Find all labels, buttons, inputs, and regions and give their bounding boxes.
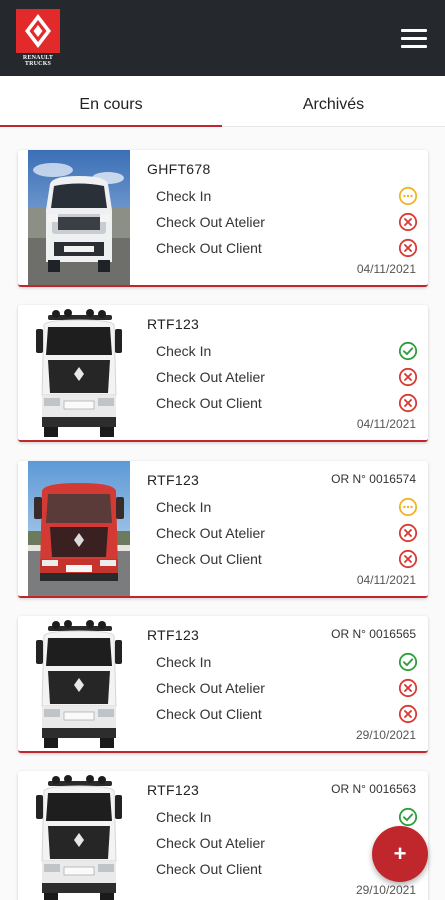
check-row: Check In (156, 186, 418, 208)
app-bar: RENAULT TRUCKS (0, 0, 445, 76)
more-horizontal-circle-icon (398, 497, 418, 517)
check-label: Check In (156, 188, 212, 204)
more-horizontal-circle-icon (398, 186, 418, 206)
check-row: Check In (156, 652, 418, 674)
x-circle-icon (398, 704, 418, 724)
or-number: OR N° 0016574 (331, 472, 416, 486)
vehicle-list[interactable]: GHFT678 Check In Check Out Atelier Check… (0, 128, 445, 900)
check-label: Check Out Atelier (156, 680, 265, 696)
check-label: Check Out Atelier (156, 525, 265, 541)
check-label: Check Out Client (156, 551, 262, 567)
check-label: Check Out Client (156, 240, 262, 256)
vehicle-card[interactable]: GHFT678 Check In Check Out Atelier Check… (18, 150, 428, 287)
card-date: 29/10/2021 (355, 728, 416, 742)
white-truck-cab-photo (28, 616, 130, 751)
check-label: Check In (156, 343, 212, 359)
check-circle-icon (398, 807, 418, 827)
white-truck-cab-photo (28, 771, 130, 900)
red-truck-photo (28, 461, 130, 596)
check-row: Check In (156, 341, 418, 363)
or-number: OR N° 0016563 (331, 782, 416, 796)
check-label: Check In (156, 809, 212, 825)
plate-number: RTF123 (147, 316, 200, 332)
check-label: Check Out Atelier (156, 214, 265, 230)
card-date: 04/11/2021 (356, 573, 416, 587)
white-van-photo (28, 150, 130, 285)
check-circle-icon (398, 341, 418, 361)
check-label: Check Out Client (156, 861, 262, 877)
check-row: Check Out Client (156, 704, 418, 726)
check-row: Check Out Client (156, 549, 418, 571)
card-date: 29/10/2021 (355, 883, 416, 897)
hamburger-menu-icon[interactable] (399, 26, 429, 52)
plate-number: RTF123 (147, 782, 200, 798)
white-truck-cab-photo (28, 305, 130, 440)
check-row: Check In (156, 807, 418, 829)
renault-trucks-logo[interactable]: RENAULT TRUCKS (16, 9, 60, 69)
check-row: Check Out Client (156, 238, 418, 260)
plate-number: RTF123 (147, 472, 200, 488)
check-row: Check Out Client (156, 393, 418, 415)
check-label: Check In (156, 654, 212, 670)
plate-number: RTF123 (147, 627, 200, 643)
x-circle-icon (398, 523, 418, 543)
x-circle-icon (398, 678, 418, 698)
active-tab-indicator (0, 125, 222, 127)
check-row: Check Out Atelier (156, 367, 418, 389)
brand-name: RENAULT TRUCKS (22, 55, 54, 67)
x-circle-icon (398, 549, 418, 569)
renault-diamond-logo-icon (16, 9, 60, 53)
check-row: Check Out Atelier (156, 678, 418, 700)
plate-number: GHFT678 (147, 161, 211, 177)
tab-archives[interactable]: Archivés (222, 76, 445, 127)
x-circle-icon (398, 367, 418, 387)
plus-icon: + (393, 841, 407, 866)
x-circle-icon (398, 393, 418, 413)
check-label: Check Out Atelier (156, 369, 265, 385)
vehicle-card[interactable]: RTF123 OR N° 0016574 Check In Check Out … (18, 461, 428, 598)
x-circle-icon (398, 212, 418, 232)
tab-en-cours[interactable]: En cours (0, 76, 222, 127)
vehicle-card[interactable]: RTF123 OR N° 0016565 Check In Check Out … (18, 616, 428, 753)
check-row: Check Out Atelier (156, 523, 418, 545)
tab-bar: En cours Archivés (0, 76, 445, 127)
check-label: Check Out Client (156, 395, 262, 411)
check-label: Check Out Client (156, 706, 262, 722)
vehicle-card[interactable]: RTF123 OR N° 0016563 Check In Check Out … (18, 771, 428, 900)
vehicle-card[interactable]: RTF123 Check In Check Out Atelier Check … (18, 305, 428, 442)
check-label: Check In (156, 499, 212, 515)
x-circle-icon (398, 238, 418, 258)
check-circle-icon (398, 652, 418, 672)
card-date: 04/11/2021 (356, 417, 416, 431)
check-row: Check Out Atelier (156, 212, 418, 234)
or-number: OR N° 0016565 (331, 627, 416, 641)
card-date: 04/11/2021 (356, 262, 416, 276)
check-row: Check In (156, 497, 418, 519)
add-button[interactable]: + (372, 826, 428, 882)
app-screen: RENAULT TRUCKS En cours Archivés GHFT678… (0, 0, 445, 900)
check-label: Check Out Atelier (156, 835, 265, 851)
